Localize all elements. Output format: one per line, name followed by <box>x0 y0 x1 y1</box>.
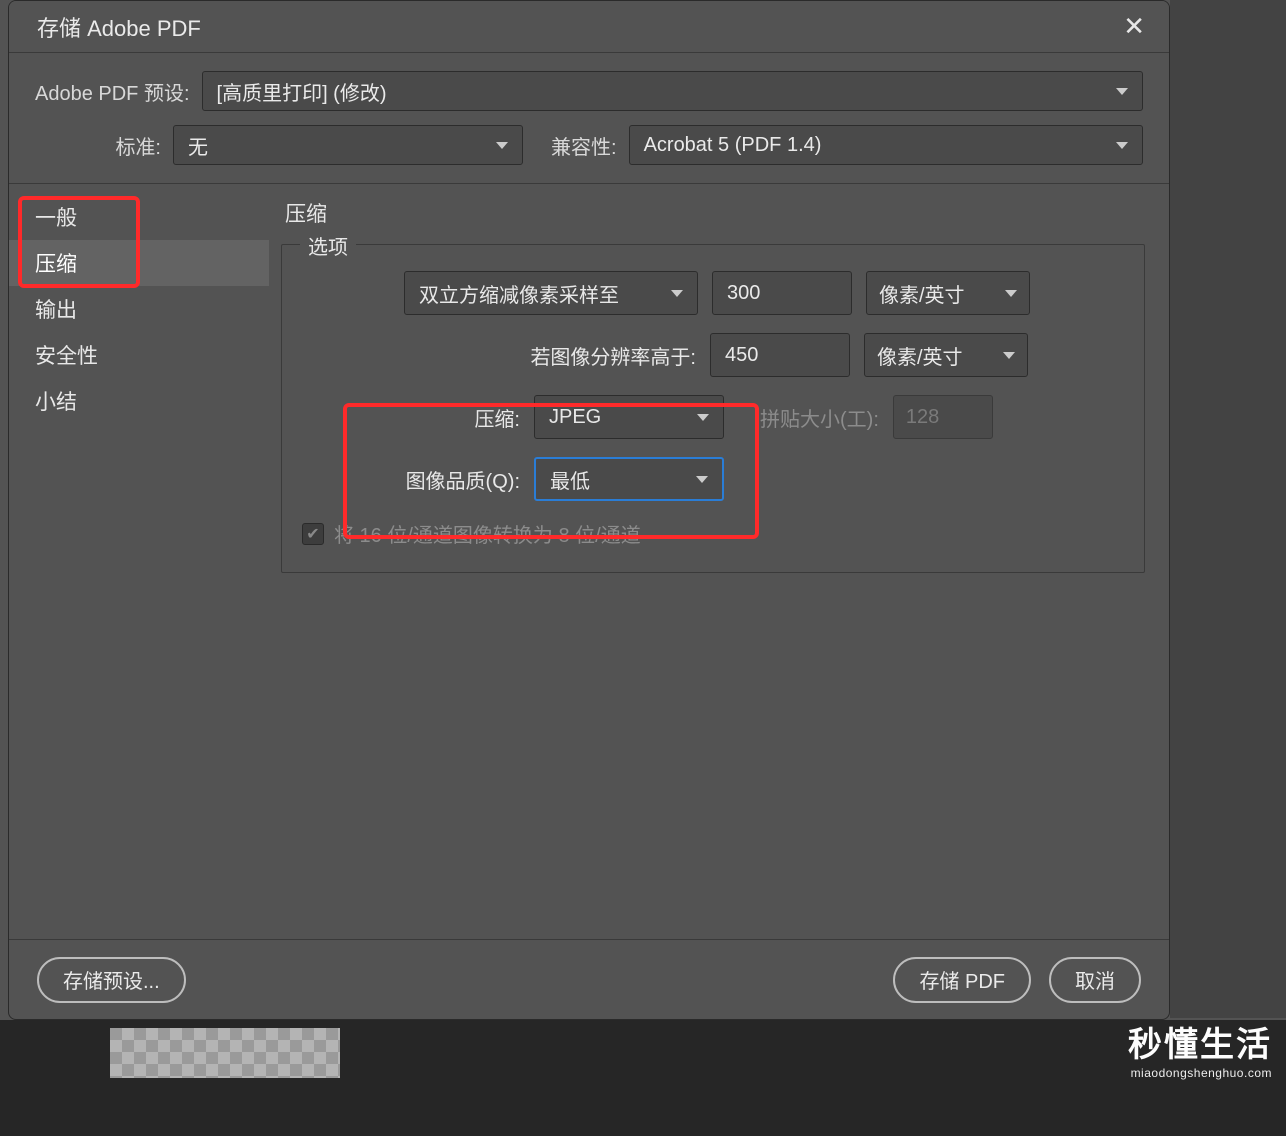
chevron-down-icon <box>1003 352 1015 359</box>
section-title: 压缩 <box>281 194 1145 244</box>
standard-label: 标准: <box>35 131 161 160</box>
tile-size-input: 128 <box>893 395 993 439</box>
threshold-unit-select[interactable]: 像素/英寸 <box>864 333 1028 377</box>
chevron-down-icon <box>496 142 508 149</box>
downsample-row: 双立方缩减像素采样至 300 像素/英寸 <box>302 271 1124 315</box>
downsample-method-value: 双立方缩减像素采样至 <box>419 279 619 308</box>
titlebar: 存储 Adobe PDF ✕ <box>9 1 1169 53</box>
convert-16to8-row: ✔ 将 16 位/通道图像转换为 8 位/通道 <box>302 519 1124 548</box>
close-icon[interactable]: ✕ <box>1117 11 1151 42</box>
chevron-down-icon <box>1116 88 1128 95</box>
chevron-down-icon <box>1005 290 1017 297</box>
downsample-unit-select[interactable]: 像素/英寸 <box>866 271 1030 315</box>
preset-row: Adobe PDF 预设: [高质里打印] (修改) <box>9 53 1169 117</box>
threshold-value-input[interactable]: 450 <box>710 333 850 377</box>
standard-compat-row: 标准: 无 兼容性: Acrobat 5 (PDF 1.4) <box>9 117 1169 183</box>
downsample-value-input[interactable]: 300 <box>712 271 852 315</box>
sidebar-item-security[interactable]: 安全性 <box>9 332 269 378</box>
main-area: 一般 压缩 输出 安全性 小结 压缩 选项 双立方缩减像素采样至 300 <box>9 183 1169 939</box>
compat-value: Acrobat 5 (PDF 1.4) <box>644 134 822 157</box>
cancel-button[interactable]: 取消 <box>1049 957 1141 1003</box>
chevron-down-icon <box>697 414 709 421</box>
chevron-down-icon <box>671 290 683 297</box>
save-preset-button[interactable]: 存储预设... <box>37 957 186 1003</box>
tile-label: 拼贴大小(工): <box>760 403 879 432</box>
save-adobe-pdf-dialog: 存储 Adobe PDF ✕ Adobe PDF 预设: [高质里打印] (修改… <box>8 0 1170 1020</box>
sidebar-item-general[interactable]: 一般 <box>9 194 269 240</box>
chevron-down-icon <box>696 476 708 483</box>
quality-row: 图像品质(Q): 最低 <box>302 457 1124 501</box>
sidebar-item-compression[interactable]: 压缩 <box>9 240 269 286</box>
preset-value: [高质里打印] (修改) <box>217 77 387 106</box>
quality-select[interactable]: 最低 <box>534 457 724 501</box>
preset-label: Adobe PDF 预设: <box>35 77 190 106</box>
compat-label: 兼容性: <box>551 131 617 160</box>
sidebar-item-output[interactable]: 输出 <box>9 286 269 332</box>
window-title: 存储 Adobe PDF <box>37 11 201 43</box>
save-pdf-button[interactable]: 存储 PDF <box>893 957 1031 1003</box>
convert-16to8-checkbox: ✔ <box>302 523 324 545</box>
threshold-row: 若图像分辨率高于: 450 像素/英寸 <box>302 333 1124 377</box>
transparency-checkerboard <box>110 1028 340 1078</box>
convert-16to8-label: 将 16 位/通道图像转换为 8 位/通道 <box>334 519 641 548</box>
compression-select[interactable]: JPEG <box>534 395 724 439</box>
threshold-label: 若图像分辨率高于: <box>302 341 696 370</box>
options-groupbox: 选项 双立方缩减像素采样至 300 像素/英寸 <box>281 244 1145 573</box>
sidebar-item-summary[interactable]: 小结 <box>9 378 269 424</box>
compat-select[interactable]: Acrobat 5 (PDF 1.4) <box>629 125 1143 165</box>
compress-row: 压缩: JPEG 拼贴大小(工): 128 <box>302 395 1124 439</box>
quality-label: 图像品质(Q): <box>302 465 520 494</box>
downsample-method-select[interactable]: 双立方缩减像素采样至 <box>404 271 698 315</box>
standard-value: 无 <box>188 131 208 160</box>
content-panel: 压缩 选项 双立方缩减像素采样至 300 像素/英寸 <box>269 184 1169 939</box>
sidebar: 一般 压缩 输出 安全性 小结 <box>9 184 269 939</box>
groupbox-legend: 选项 <box>300 231 356 260</box>
watermark: 秒懂生活 miaodongshenghuo.com <box>1128 1017 1272 1080</box>
chevron-down-icon <box>1116 142 1128 149</box>
preset-select[interactable]: [高质里打印] (修改) <box>202 71 1143 111</box>
compression-label: 压缩: <box>302 403 520 432</box>
dialog-footer: 存储预设... 存储 PDF 取消 <box>9 939 1169 1019</box>
standard-select[interactable]: 无 <box>173 125 523 165</box>
parent-window-strip <box>1170 0 1286 1018</box>
